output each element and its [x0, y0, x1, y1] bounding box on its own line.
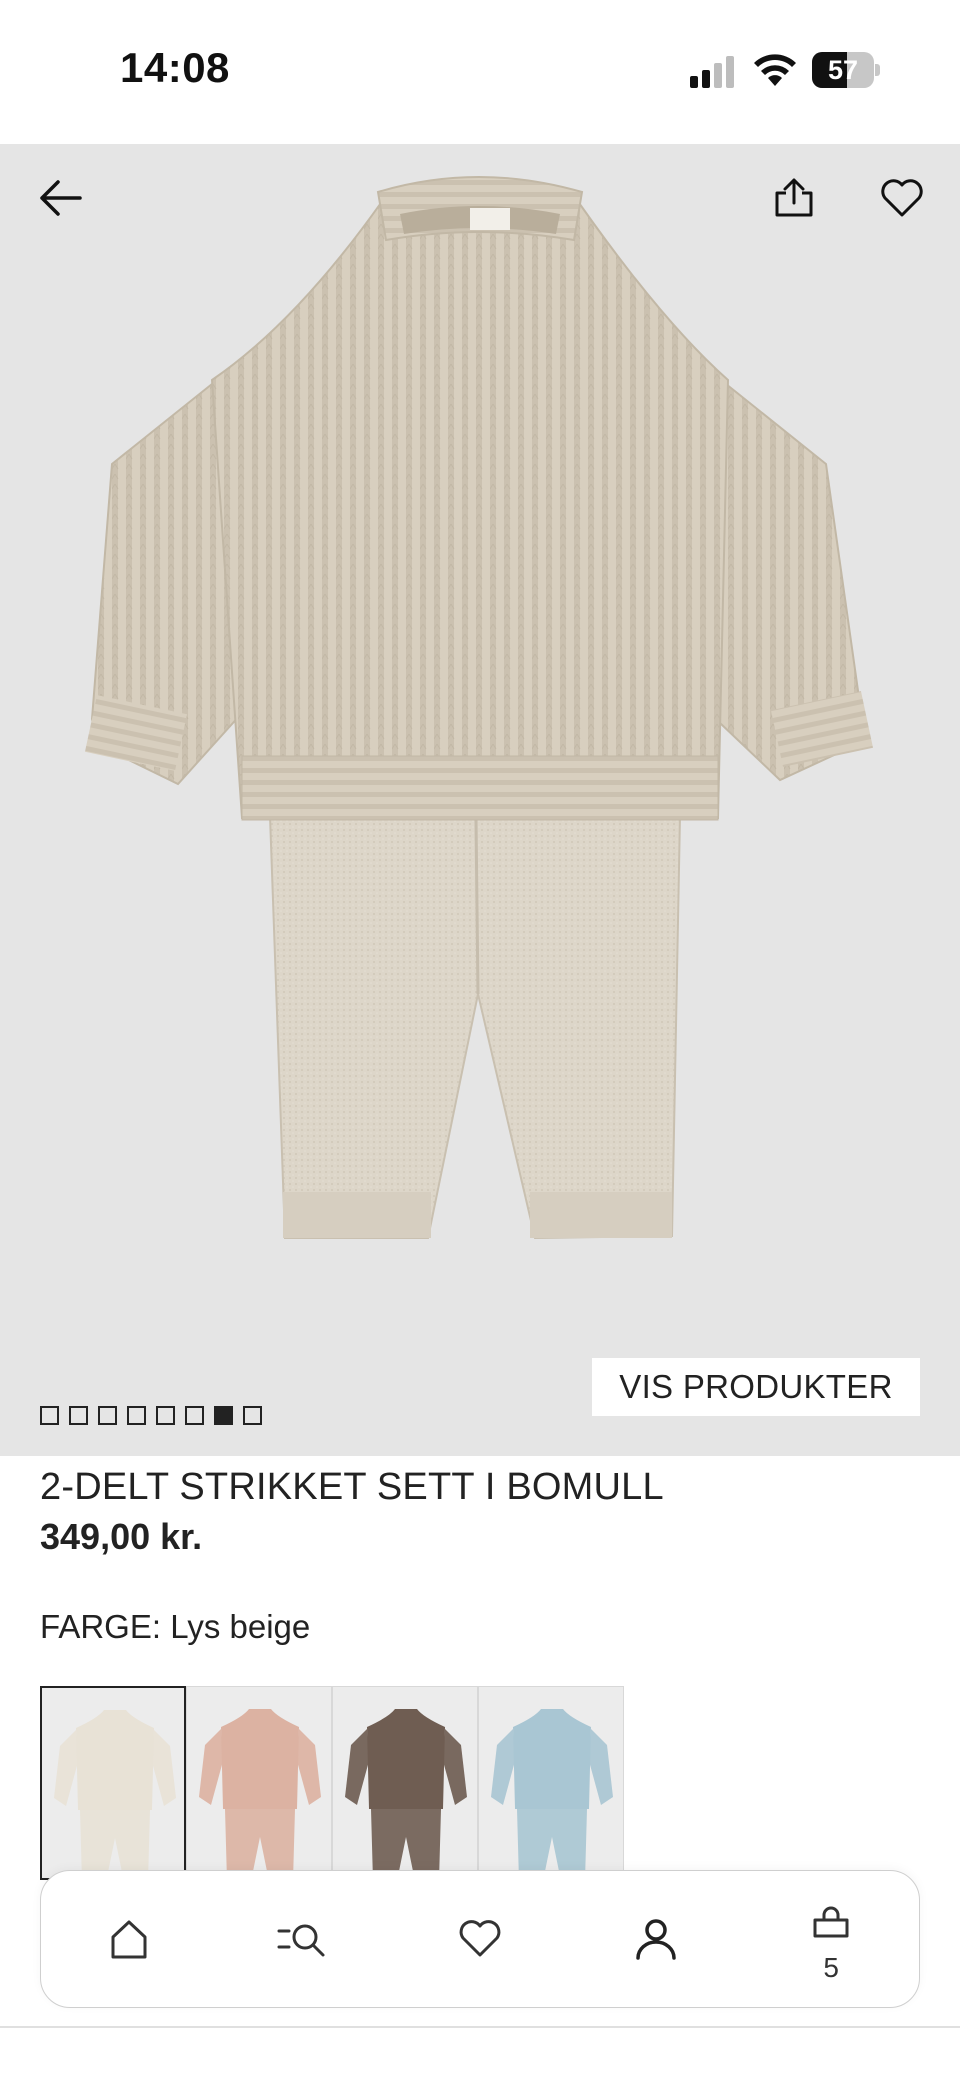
nav-favorites[interactable] — [435, 1894, 525, 1984]
product-price: 349,00 kr. — [40, 1516, 203, 1557]
status-time: 14:08 — [120, 44, 230, 91]
back-button[interactable] — [28, 166, 92, 230]
color-swatch-light-blue[interactable] — [478, 1686, 624, 1880]
show-products-button[interactable]: VIS PRODUKTER — [592, 1358, 920, 1416]
swatch-thumbnail — [54, 1710, 176, 1878]
gallery-dot[interactable] — [98, 1406, 117, 1425]
product-image-gallery[interactable]: VIS PRODUKTER — [0, 144, 960, 1456]
status-bar: 14:08 57 — [0, 0, 960, 144]
bottom-divider — [0, 2026, 960, 2028]
nav-search[interactable] — [259, 1894, 349, 1984]
battery-tip — [875, 64, 880, 76]
selected-color-label: FARGE: Lys beige — [40, 1608, 311, 1645]
swatch-thumbnail — [199, 1709, 321, 1879]
product-photo — [84, 176, 874, 1240]
nav-account[interactable] — [611, 1894, 701, 1984]
gallery-dot[interactable] — [156, 1406, 175, 1425]
shopping-bag-icon — [813, 1906, 849, 1938]
product-title: 2-DELT STRIKKET SETT I BOMULL — [40, 1466, 664, 1508]
battery-icon: 57 — [812, 52, 880, 88]
color-swatch-light-beige[interactable] — [40, 1686, 186, 1880]
gallery-dot[interactable] — [243, 1406, 262, 1425]
heart-icon — [881, 179, 923, 217]
gallery-pagination[interactable] — [40, 1406, 262, 1425]
favorite-button[interactable] — [870, 166, 934, 230]
gallery-dot[interactable] — [214, 1406, 233, 1425]
color-swatch-list — [40, 1686, 624, 1880]
cart-count-badge: 5 — [823, 1952, 839, 1983]
battery-percent: 57 — [827, 55, 859, 85]
heart-icon — [459, 1920, 501, 1957]
gallery-dot[interactable] — [127, 1406, 146, 1425]
gallery-dot[interactable] — [185, 1406, 204, 1425]
search-menu-icon — [277, 1924, 325, 1957]
color-swatch-brown[interactable] — [332, 1686, 478, 1880]
swatch-thumbnail — [491, 1709, 613, 1879]
wifi-icon — [754, 54, 796, 86]
bottom-navigation: 5 — [40, 1870, 920, 2008]
gallery-dot[interactable] — [40, 1406, 59, 1425]
share-button[interactable] — [762, 166, 826, 230]
cellular-signal-icon — [690, 56, 734, 88]
home-icon — [111, 1920, 147, 1959]
user-icon — [635, 1919, 676, 1960]
arrow-left-icon — [40, 180, 82, 216]
color-swatch-pink[interactable] — [186, 1686, 332, 1880]
swatch-thumbnail — [345, 1709, 467, 1879]
share-icon — [775, 178, 813, 217]
nav-home[interactable] — [84, 1894, 174, 1984]
battery-body: 57 — [812, 52, 874, 88]
nav-cart[interactable]: 5 — [786, 1894, 876, 1984]
gallery-dot[interactable] — [69, 1406, 88, 1425]
